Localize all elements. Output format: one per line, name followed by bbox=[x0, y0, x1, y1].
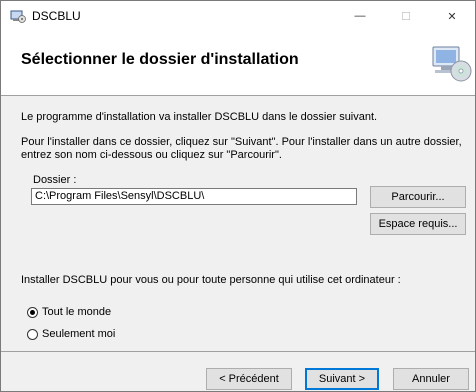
computer-cd-icon bbox=[429, 41, 473, 85]
install-for-question: Installer DSCBLU pour vous ou pour toute… bbox=[21, 274, 401, 286]
next-button[interactable]: Suivant > bbox=[305, 368, 379, 390]
maximize-icon: ☐ bbox=[401, 10, 411, 23]
page-title: Sélectionner le dossier d'installation bbox=[21, 51, 299, 68]
installer-app-icon bbox=[10, 8, 26, 24]
instructions-line-2: entrez son nom ci-dessous ou cliquez sur… bbox=[21, 149, 282, 161]
maximize-button[interactable]: ☐ bbox=[383, 1, 429, 31]
folder-label: Dossier : bbox=[33, 174, 77, 186]
instructions-line-1: Pour l'installer dans ce dossier, clique… bbox=[21, 136, 462, 148]
radio-everyone-label: Tout le monde bbox=[42, 306, 112, 318]
radio-unchecked-icon bbox=[27, 328, 38, 340]
radio-only-me-label: Seulement moi bbox=[42, 328, 116, 340]
minimize-icon: — bbox=[354, 10, 366, 22]
close-button[interactable]: ✕ bbox=[429, 1, 475, 31]
installer-window: DSCBLU — ☐ ✕ Sélectionner le dossier d'i… bbox=[0, 0, 476, 392]
window-title: DSCBLU bbox=[32, 9, 81, 23]
radio-only-me[interactable]: Seulement moi bbox=[27, 328, 115, 340]
minimize-button[interactable]: — bbox=[337, 1, 383, 31]
dialog-header: Sélectionner le dossier d'installation bbox=[1, 31, 475, 96]
folder-path-input[interactable]: C:\Program Files\Sensyl\DSCBLU\ bbox=[31, 188, 357, 205]
back-button[interactable]: < Précédent bbox=[206, 368, 292, 390]
intro-text: Le programme d'installation va installer… bbox=[21, 111, 378, 123]
dialog-footer: < Précédent Suivant > Annuler bbox=[1, 351, 475, 391]
disk-space-button[interactable]: Espace requis... bbox=[370, 213, 466, 235]
radio-everyone[interactable]: Tout le monde bbox=[27, 306, 111, 318]
browse-button[interactable]: Parcourir... bbox=[370, 186, 466, 208]
cancel-button[interactable]: Annuler bbox=[393, 368, 469, 390]
title-bar: DSCBLU — ☐ ✕ bbox=[1, 1, 475, 31]
radio-checked-icon bbox=[27, 306, 38, 318]
close-icon: ✕ bbox=[447, 10, 457, 23]
dialog-body: Le programme d'installation va installer… bbox=[1, 96, 475, 346]
